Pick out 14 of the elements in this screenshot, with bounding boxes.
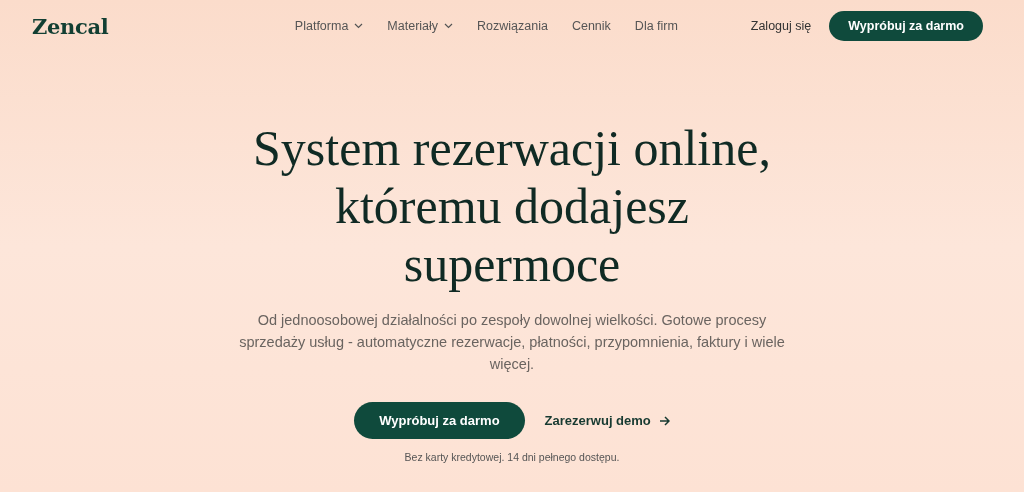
trial-note: Bez karty kredytowej. 14 dni pełnego dostępu. [404,451,620,463]
logo[interactable]: Zencal [32,13,232,39]
nav-link[interactable]: Cennik [571,19,611,33]
book-demo-link[interactable]: Zarezerwuj demo [544,413,670,428]
try-free-button[interactable]: Wypróbuj za darmo [829,11,983,41]
nav-link[interactable]: Materiały [387,19,454,33]
nav-link[interactable]: Rozwiązania [477,19,548,33]
nav-link[interactable]: Dla firm [634,19,678,33]
try-free-button[interactable]: Wypróbuj za darmo [354,402,525,439]
arrow-right-icon [658,415,670,426]
nav-link[interactable]: Platforma [294,19,364,33]
login-link[interactable]: Zaloguj się [750,19,812,33]
hero-heading: System rezerwacji online, któremu dodajesz supermoce [252,119,772,293]
hero-description: Od jednoosobowej działalności po zespoły dowolnej wielkości. Gotowe procesy sprzedaży usług - automatyczne rezerwacje, płatności, przypomnienia, faktury i wiele więcej. [238,311,786,374]
